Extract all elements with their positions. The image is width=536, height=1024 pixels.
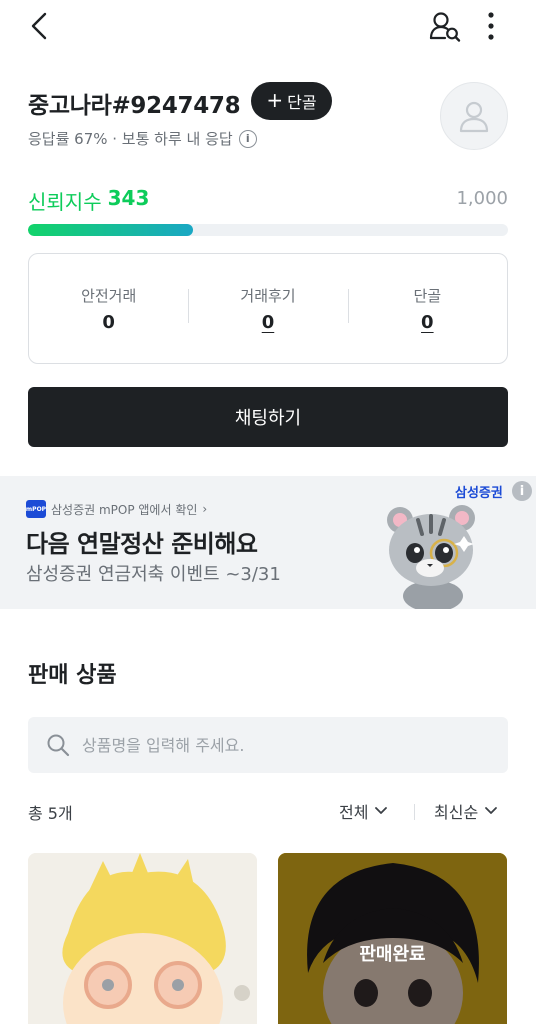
stat-reviews[interactable]: 거래후기 0 xyxy=(188,285,347,333)
chevron-down-icon xyxy=(485,807,498,814)
more-vertical-icon xyxy=(488,12,494,40)
response-info-text: 응답률 67% · 보통 하루 내 응답 xyxy=(28,130,233,148)
product-card[interactable] xyxy=(28,853,257,1024)
trust-score: 신뢰지수 343 xyxy=(28,186,149,215)
user-search-icon xyxy=(429,12,461,42)
chat-button[interactable]: 채팅하기 xyxy=(28,387,508,447)
trust-score-max: 1,000 xyxy=(456,188,508,209)
products-section-title: 판매 상품 xyxy=(28,663,117,688)
info-icon[interactable]: i xyxy=(238,129,257,148)
tiger-mascot-icon xyxy=(387,505,475,609)
avatar xyxy=(440,82,508,150)
sort-label: 최신순 xyxy=(434,803,479,822)
trade-stats: 안전거래 0 거래후기 0 단골 0 xyxy=(28,253,508,364)
ad-headline: 다음 연말정산 준비해요 xyxy=(26,530,258,558)
ad-source: mPOP 삼성증권 mPOP 앱에서 확인 › xyxy=(26,500,207,518)
filter-divider xyxy=(414,804,415,820)
sort-dropdown[interactable]: 최신순 xyxy=(434,799,498,823)
ad-banner[interactable]: mPOP 삼성증권 mPOP 앱에서 확인 › 다음 연말정산 준비해요 삼성증… xyxy=(0,476,536,609)
product-card[interactable]: 판매완료 xyxy=(278,853,507,1024)
stat-safe-trade: 안전거래 0 xyxy=(29,285,188,333)
stat-followers[interactable]: 단골 0 xyxy=(347,285,507,333)
plus-icon: + xyxy=(266,88,284,112)
back-button[interactable] xyxy=(24,10,56,42)
product-count: 총 5개 xyxy=(28,804,73,823)
trust-progress-fill xyxy=(28,224,193,236)
product-search-input[interactable] xyxy=(82,735,482,755)
user-placeholder-icon xyxy=(459,101,489,133)
product-search[interactable] xyxy=(28,717,508,773)
trust-progress-bar xyxy=(28,224,508,236)
stat-label: 단골 xyxy=(413,286,442,305)
ad-subtitle: 삼성증권 연금저축 이벤트 ~3/31 xyxy=(26,564,281,585)
mpop-logo-icon: mPOP xyxy=(26,500,46,518)
product-image xyxy=(28,853,257,1024)
more-options-button[interactable] xyxy=(478,10,504,44)
user-search-button[interactable] xyxy=(428,10,464,44)
response-info: 응답률 67% · 보통 하루 내 응답 i xyxy=(28,128,257,149)
trust-score-label: 신뢰지수 xyxy=(28,190,102,214)
filter-dropdown[interactable]: 전체 xyxy=(339,799,388,823)
sold-out-overlay: 판매완료 xyxy=(278,853,507,1024)
search-icon xyxy=(47,734,70,757)
stat-value[interactable]: 0 xyxy=(262,312,275,333)
top-bar xyxy=(0,0,536,56)
ad-info-icon[interactable]: i xyxy=(512,481,532,501)
stat-value[interactable]: 0 xyxy=(421,312,434,333)
ad-source-text: 삼성증권 mPOP 앱에서 확인 xyxy=(51,502,198,517)
follow-label: 단골 xyxy=(287,93,317,112)
stat-label: 안전거래 xyxy=(81,286,137,305)
shop-name: 중고나라#9247478 xyxy=(28,93,241,119)
follow-button[interactable]: + 단골 xyxy=(251,82,332,120)
trust-score-value: 343 xyxy=(107,186,150,210)
stat-label: 거래후기 xyxy=(240,286,296,305)
stat-value: 0 xyxy=(102,311,115,333)
filter-label: 전체 xyxy=(339,803,369,822)
chevron-down-icon xyxy=(375,807,388,814)
chevron-left-icon xyxy=(31,12,47,40)
chevron-right-icon: › xyxy=(202,502,208,516)
